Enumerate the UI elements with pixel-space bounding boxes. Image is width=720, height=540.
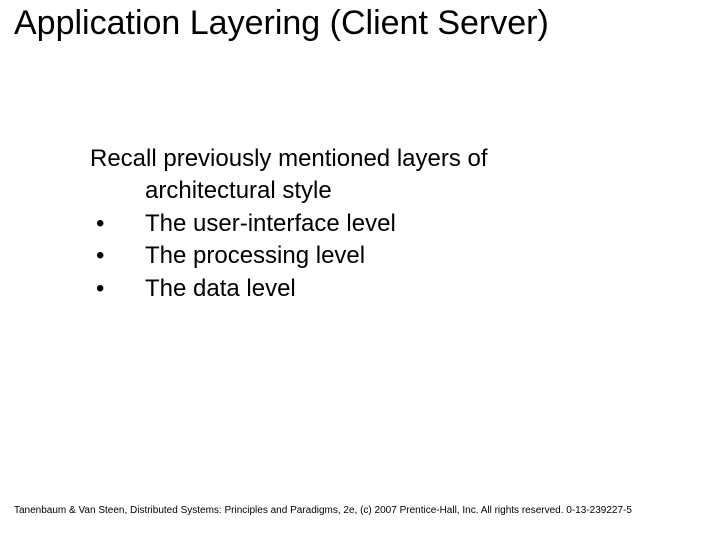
intro-line-1: Recall previously mentioned layers of [90, 145, 488, 172]
bullet-icon: • [90, 208, 145, 240]
intro-line-2: architectural style [90, 177, 332, 204]
slide: Application Layering (Client Server) Rec… [0, 0, 720, 540]
bullet-list: • The user-interface level • The process… [90, 208, 660, 305]
intro-text: Recall previously mentioned layers of ar… [90, 143, 660, 208]
slide-title: Application Layering (Client Server) [14, 4, 710, 43]
list-item: • The user-interface level [90, 208, 660, 240]
list-item-text: The processing level [145, 240, 365, 272]
list-item-text: The data level [145, 273, 296, 305]
slide-footer: Tanenbaum & Van Steen, Distributed Syste… [14, 505, 706, 516]
slide-body: Recall previously mentioned layers of ar… [90, 143, 660, 305]
list-item-text: The user-interface level [145, 208, 396, 240]
bullet-icon: • [90, 240, 145, 272]
bullet-icon: • [90, 273, 145, 305]
list-item: • The data level [90, 273, 660, 305]
list-item: • The processing level [90, 240, 660, 272]
